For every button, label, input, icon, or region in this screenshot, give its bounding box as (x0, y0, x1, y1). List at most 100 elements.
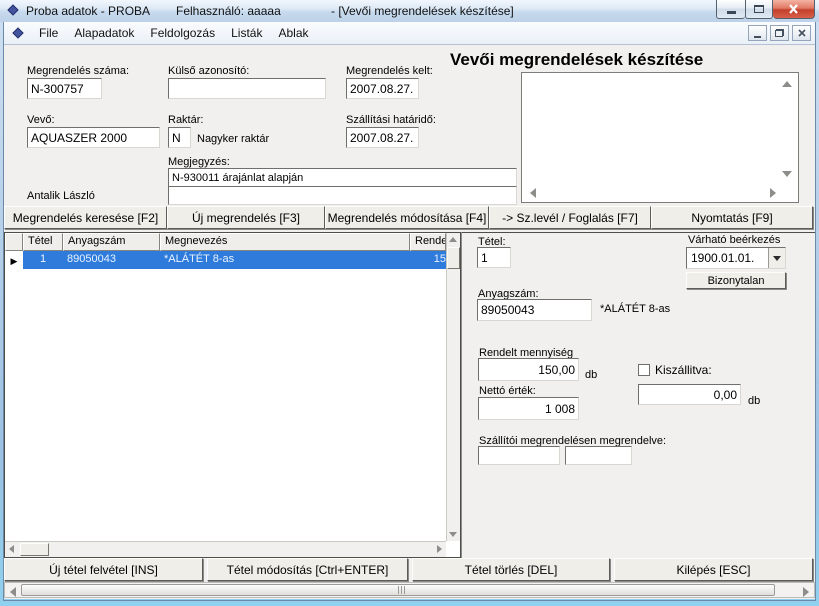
close-button[interactable] (773, 0, 815, 19)
order-date-label: Megrendelés kelt: (346, 65, 433, 77)
grid-header-rendeles: Rendelés (410, 233, 446, 251)
window-scroll-right-icon[interactable] (803, 587, 809, 597)
minimize-icon (727, 11, 736, 14)
material-name-label: *ALÁTÉT 8-as (600, 303, 670, 315)
modify-order-button[interactable]: Megrendelés módosítása [F4] (325, 206, 489, 229)
app-title: Proba adatok - PROBA (26, 4, 150, 18)
modify-item-button[interactable]: Tétel módosítás [Ctrl+ENTER] (207, 558, 408, 581)
mdi-window-controls (745, 25, 811, 41)
window-scroll-left-icon[interactable] (10, 587, 16, 597)
maximize-icon (754, 5, 764, 13)
mdi-close-icon (798, 29, 806, 37)
warehouse-code-input[interactable] (168, 127, 191, 148)
grid-horizontal-scrollbar[interactable] (5, 541, 446, 557)
mdi-restore-icon (775, 29, 784, 37)
grid-hscroll-thumb[interactable] (20, 543, 49, 556)
expected-arrival-value: 1900.01.01. (687, 248, 768, 268)
scroll-up-icon[interactable] (782, 81, 792, 87)
expected-arrival-combobox[interactable]: 1900.01.01. (686, 247, 786, 269)
customer-input[interactable] (27, 127, 160, 148)
window-horizontal-scrollbar[interactable] (4, 582, 815, 598)
panel-top-border (462, 232, 815, 233)
search-order-button[interactable]: Megrendelés keresése [F2] (4, 206, 167, 229)
warehouse-name-label: Nagyker raktár (197, 133, 269, 145)
application-window: Proba adatok - PROBA Felhasználó: aaaaa … (0, 0, 819, 606)
order-date-input[interactable] (346, 78, 419, 99)
delivery-deadline-label: Szállítási határidő: (346, 114, 436, 126)
grid-scroll-up-icon[interactable] (449, 237, 457, 242)
menu-listak[interactable]: Listák (223, 23, 270, 43)
order-number-label: Megrendelés száma: (27, 65, 129, 77)
page-title: Vevői megrendelések készítése (450, 50, 703, 70)
title-bar: Proba adatok - PROBA Felhasználó: aaaaa … (0, 0, 819, 22)
summary-listbox (521, 72, 799, 203)
mdi-child-icon (12, 27, 27, 40)
user-label: Felhasználó: aaaaa (176, 4, 281, 18)
supplier-order-input-1[interactable] (478, 446, 560, 465)
net-value-label: Nettó érték: (479, 385, 536, 397)
grid-vscroll-thumb[interactable] (447, 247, 460, 269)
menu-ablak[interactable]: Ablak (270, 23, 316, 43)
exit-button[interactable]: Kilépés [ESC] (614, 558, 813, 581)
expected-arrival-label: Várható beérkezés (688, 234, 780, 246)
scroll-left-icon[interactable] (530, 188, 536, 198)
panel-divider (461, 232, 462, 558)
external-id-input[interactable] (168, 78, 326, 99)
window-controls (716, 0, 815, 19)
note-input-line2[interactable] (168, 186, 517, 205)
grid-header-indicator (5, 233, 23, 251)
mdi-restore-button[interactable] (770, 25, 789, 41)
menu-bar: File Alapadatok Feldolgozás Listák Ablak (4, 22, 815, 45)
window-hscroll-thumb[interactable] (21, 584, 775, 596)
menu-file[interactable]: File (31, 23, 66, 43)
close-icon (788, 4, 799, 14)
grid-header-row: Tétel Anyagszám Megnevezés Rendelés (5, 233, 460, 251)
grid-scroll-down-icon[interactable] (449, 532, 457, 537)
menu-feldolgozas[interactable]: Feldolgozás (142, 23, 223, 43)
dropdown-button[interactable] (768, 248, 785, 268)
mdi-minimize-icon (754, 36, 761, 38)
item-number-input[interactable] (477, 247, 511, 268)
mdi-close-button[interactable] (792, 25, 811, 41)
cell-megnevezes: *ALÁTÉT 8-as (160, 251, 410, 269)
contact-name-label: Antalik László (27, 190, 95, 202)
warehouse-label: Raktár: (168, 114, 203, 126)
material-number-input[interactable] (477, 299, 592, 321)
grid-scroll-right-icon[interactable] (437, 545, 442, 553)
ordered-qty-input[interactable] (478, 358, 579, 381)
scroll-down-icon[interactable] (782, 171, 792, 177)
grid-header-megnevezes: Megnevezés (160, 233, 410, 251)
grid-scroll-left-icon[interactable] (9, 545, 14, 553)
minimize-button[interactable] (716, 0, 745, 19)
grid-vertical-scrollbar[interactable] (446, 233, 460, 541)
cell-tetel: 1 (23, 251, 63, 269)
mdi-minimize-button[interactable] (748, 25, 767, 41)
shipped-qty-unit-label: db (748, 395, 760, 407)
new-item-button[interactable]: Új tétel felvétel [INS] (4, 558, 203, 581)
items-grid: Tétel Anyagszám Megnevezés Rendelés ▶ 1 … (4, 232, 461, 558)
delivery-note-button[interactable]: -> Sz.levél / Foglalás [F7] (489, 206, 651, 229)
shipped-qty-input[interactable] (638, 384, 741, 405)
grid-header-anyagszam: Anyagszám (63, 233, 160, 251)
chevron-down-icon (773, 256, 781, 261)
delete-item-button[interactable]: Tétel törlés [DEL] (412, 558, 610, 581)
row-indicator-icon: ▶ (5, 251, 23, 269)
scroll-right-icon[interactable] (770, 188, 776, 198)
grid-header-tetel: Tétel (23, 233, 63, 251)
maximize-button[interactable] (745, 0, 773, 19)
order-number-input[interactable] (27, 78, 102, 99)
table-row[interactable]: ▶ 1 89050043 *ALÁTÉT 8-as 15 (5, 251, 460, 269)
customer-label: Vevő: (27, 114, 55, 126)
menu-alapadatok[interactable]: Alapadatok (66, 23, 142, 43)
note-input-line1[interactable] (168, 168, 517, 187)
app-icon (7, 4, 20, 17)
external-id-label: Külső azonosító: (168, 65, 249, 77)
supplier-order-input-2[interactable] (565, 446, 632, 465)
scrollbar-grip (398, 586, 399, 594)
shipped-checkbox[interactable] (638, 364, 650, 376)
net-value-input[interactable] (478, 397, 579, 420)
delivery-deadline-input[interactable] (346, 127, 419, 148)
print-button[interactable]: Nyomtatás [F9] (651, 206, 813, 229)
uncertain-button[interactable]: Bizonytalan (686, 272, 786, 289)
new-order-button[interactable]: Új megrendelés [F3] (167, 206, 325, 229)
